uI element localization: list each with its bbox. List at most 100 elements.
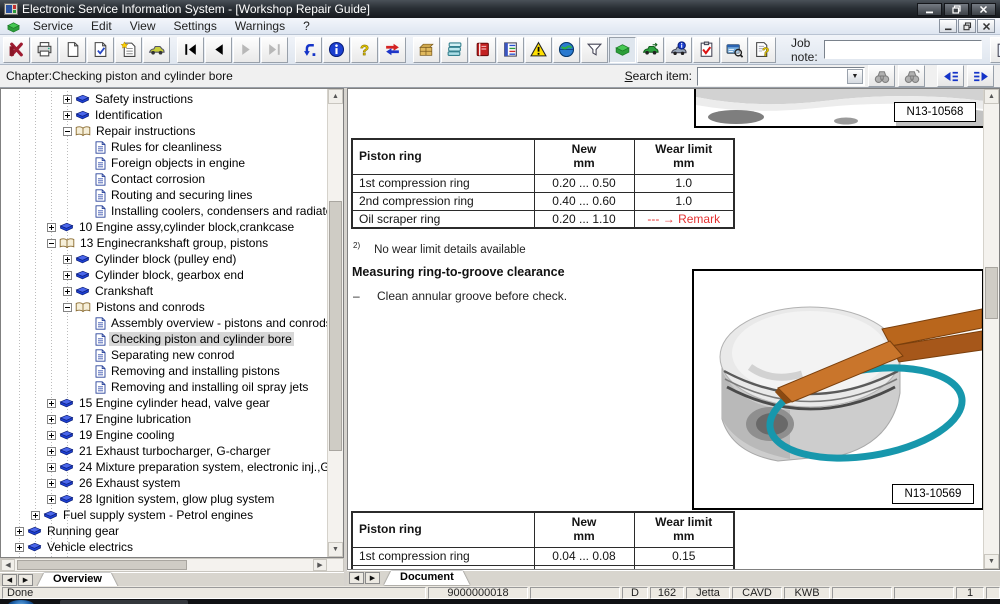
tree-item-label[interactable]: 10 Engine assy,cylinder block,crankcase — [77, 220, 296, 234]
menu-settings[interactable]: Settings — [165, 19, 226, 33]
mdi-restore-button[interactable] — [958, 19, 976, 33]
jump-next-button[interactable] — [967, 65, 994, 87]
jump-previous-button[interactable] — [937, 65, 964, 87]
vehicle-info-button[interactable] — [665, 37, 692, 63]
tree-item-label[interactable]: Vehicle electrics — [45, 540, 135, 554]
expand-toggle-icon[interactable] — [47, 239, 56, 248]
tree-item[interactable]: Removing and installing pistons — [1, 363, 328, 379]
tree-item[interactable]: Cylinder block (pulley end) — [1, 251, 328, 267]
print-button[interactable] — [31, 37, 58, 63]
doc-scroll-up-icon[interactable]: ▲ — [984, 89, 999, 104]
tree-item[interactable]: Vehicle electrics — [1, 539, 328, 555]
tree-item-label[interactable]: Cylinder block, gearbox end — [93, 268, 246, 282]
tree-item[interactable]: Routing and securing lines — [1, 187, 328, 203]
expand-toggle-icon[interactable] — [47, 463, 56, 472]
tree-item[interactable]: 17 Engine lubrication — [1, 411, 328, 427]
tree-item[interactable]: 13 Enginecrankshaft group, pistons — [1, 235, 328, 251]
service-card-button[interactable] — [721, 37, 748, 63]
tree-item-label[interactable]: 28 Ignition system, glow plug system — [77, 492, 276, 506]
tree-item-label[interactable]: Contact corrosion — [109, 172, 207, 186]
tree-item-label[interactable]: 19 Engine cooling — [77, 428, 176, 442]
checklist-button[interactable] — [693, 37, 720, 63]
tree-item[interactable]: Pistons and conrods — [1, 299, 328, 315]
scroll-right-icon[interactable]: ▶ — [313, 559, 327, 571]
expand-toggle-icon[interactable] — [63, 303, 72, 312]
expand-toggle-icon[interactable] — [63, 287, 72, 296]
find-next-button[interactable] — [868, 65, 895, 87]
tree-item[interactable]: 15 Engine cylinder head, valve gear — [1, 395, 328, 411]
expand-toggle-icon[interactable] — [15, 543, 24, 552]
tab-scroll-left-icon[interactable]: ◀ — [2, 574, 17, 586]
tree-item-label[interactable]: 13 Enginecrankshaft group, pistons — [78, 236, 270, 250]
tree-item[interactable]: Identification — [1, 107, 328, 123]
menu-view[interactable]: View — [121, 19, 165, 33]
tree-item[interactable]: Checking piston and cylinder bore — [1, 331, 328, 347]
scroll-up-icon[interactable]: ▲ — [328, 89, 343, 104]
menu-edit[interactable]: Edit — [82, 19, 121, 33]
go-next-button[interactable] — [233, 37, 260, 63]
tree-item[interactable]: Safety instructions — [1, 91, 328, 107]
doc-tab-scroll-right-icon[interactable]: ▶ — [365, 572, 380, 584]
search-item-combobox[interactable]: ▼ — [697, 67, 865, 86]
tree-hscroll-thumb[interactable] — [17, 560, 187, 570]
tree-item[interactable]: 24 Mixture preparation system, electroni… — [1, 459, 328, 475]
tree-item[interactable]: 26 Exhaust system — [1, 475, 328, 491]
tree-item[interactable]: Installing coolers, condensers and radia… — [1, 203, 328, 219]
tree-item[interactable]: 21 Exhaust turbocharger, G-charger — [1, 443, 328, 459]
expand-toggle-icon[interactable] — [63, 255, 72, 264]
tree-item[interactable]: Contact corrosion — [1, 171, 328, 187]
start-orb-icon[interactable] — [8, 600, 34, 604]
tree-item[interactable]: Removing and installing oil spray jets — [1, 379, 328, 395]
warnings-button[interactable] — [525, 37, 552, 63]
expand-toggle-icon[interactable] — [47, 479, 56, 488]
expand-toggle-icon[interactable] — [15, 527, 24, 536]
tree-item-label[interactable]: Checking piston and cylinder bore — [109, 332, 294, 346]
tree-item-label[interactable]: Repair instructions — [94, 124, 197, 138]
expand-toggle-icon[interactable] — [47, 431, 56, 440]
tree-item-label[interactable]: Routing and securing lines — [109, 188, 254, 202]
doc-tab-scroll-left-icon[interactable]: ◀ — [349, 572, 364, 584]
tree-item[interactable]: Running gear — [1, 523, 328, 539]
tree-item[interactable]: Fuel supply system - Petrol engines — [1, 507, 328, 523]
vehicle-button[interactable] — [143, 37, 170, 63]
tree-item-label[interactable]: 15 Engine cylinder head, valve gear — [77, 396, 272, 410]
tree-item-label[interactable]: 24 Mixture preparation system, electroni… — [77, 460, 328, 474]
web-button[interactable] — [553, 37, 580, 63]
tree-item[interactable]: Repair instructions — [1, 123, 328, 139]
close-button[interactable] — [971, 3, 996, 16]
tree-item[interactable]: Assembly overview - pistons and conrods — [1, 315, 328, 331]
mdi-minimize-button[interactable] — [939, 19, 957, 33]
expand-toggle-icon[interactable] — [47, 447, 56, 456]
combo-dropdown-icon[interactable]: ▼ — [847, 69, 863, 84]
expand-toggle-icon[interactable] — [31, 511, 40, 520]
tree-item-label[interactable]: Crankshaft — [93, 284, 155, 298]
expand-toggle-icon[interactable] — [47, 415, 56, 424]
tree-item-label[interactable]: 17 Engine lubrication — [77, 412, 193, 426]
doc-scroll-thumb[interactable] — [985, 267, 998, 319]
info-button[interactable] — [323, 37, 350, 63]
tab-overview[interactable]: Overview — [37, 573, 118, 587]
doc-scroll-down-icon[interactable]: ▼ — [984, 554, 999, 569]
compare-button[interactable] — [379, 37, 406, 63]
menu-warnings[interactable]: Warnings — [226, 19, 294, 33]
tree-item-label[interactable]: Pistons and conrods — [94, 300, 207, 314]
tree-item-label[interactable]: Rules for cleanliness — [109, 140, 224, 154]
tree-vertical-scrollbar[interactable]: ▲ ▼ — [327, 89, 343, 557]
job-note-input[interactable] — [824, 40, 982, 59]
tree-item-label[interactable]: Removing and installing oil spray jets — [109, 380, 310, 394]
expand-toggle-icon[interactable] — [63, 111, 72, 120]
tree-item[interactable]: Foreign objects in engine — [1, 155, 328, 171]
menu-?[interactable]: ? — [294, 19, 319, 33]
go-previous-button[interactable] — [205, 37, 232, 63]
workshop-manual-button[interactable] — [609, 37, 636, 63]
print-stack-button[interactable] — [441, 37, 468, 63]
expand-toggle-icon[interactable] — [63, 271, 72, 280]
tree-item[interactable]: 19 Engine cooling — [1, 427, 328, 443]
tree-scroll-thumb[interactable] — [329, 201, 342, 451]
tree-item-label[interactable]: 26 Exhaust system — [77, 476, 182, 490]
tree-item-label[interactable]: Removing and installing pistons — [109, 364, 282, 378]
tree-item-label[interactable]: Safety instructions — [93, 92, 195, 106]
eco-vehicle-button[interactable] — [637, 37, 664, 63]
filter-button[interactable] — [581, 37, 608, 63]
tab-document[interactable]: Document — [384, 571, 470, 585]
